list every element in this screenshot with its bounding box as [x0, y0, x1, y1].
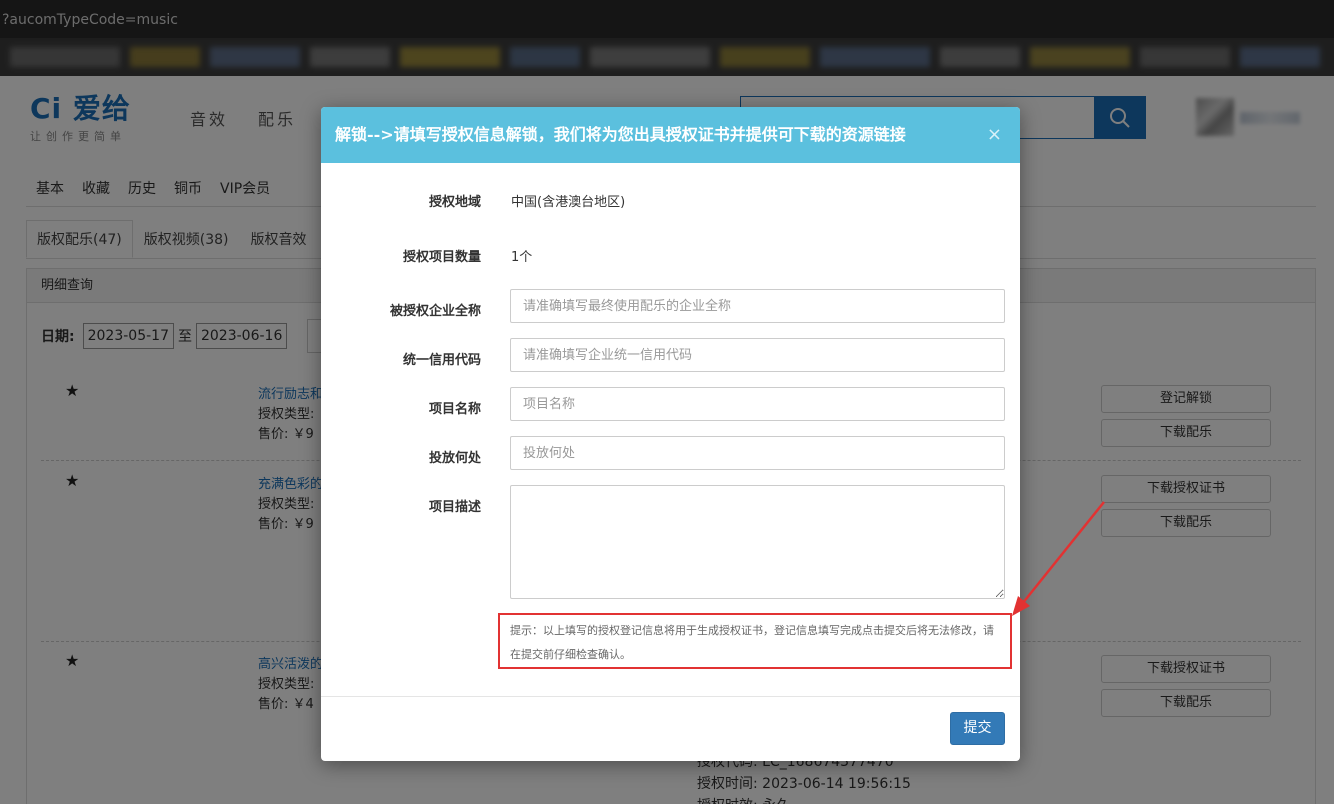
credit-code-input[interactable] — [510, 338, 1005, 372]
project-label: 项目名称 — [428, 402, 481, 417]
count-value: 1个 — [511, 250, 533, 265]
hint-callout: 提示：以上填写的授权登记信息将用于生成授权证书，登记信息填写完成点击提交后将无法… — [498, 613, 1012, 669]
project-name-input[interactable] — [510, 387, 1005, 421]
close-icon[interactable]: × — [987, 107, 1002, 163]
company-label: 被授权企业全称 — [389, 304, 481, 319]
placement-input[interactable] — [510, 436, 1005, 470]
divider — [321, 696, 1020, 697]
placement-label: 投放何处 — [428, 451, 481, 466]
description-label: 项目描述 — [428, 500, 481, 515]
project-description-textarea[interactable] — [510, 485, 1005, 599]
submit-button[interactable]: 提交 — [950, 712, 1005, 745]
region-label: 授权地域 — [428, 195, 481, 210]
modal-header: 解锁-->请填写授权信息解锁，我们将为您出具授权证书并提供可下载的资源链接 × — [321, 107, 1020, 163]
company-name-input[interactable] — [510, 289, 1005, 323]
modal-title: 解锁-->请填写授权信息解锁，我们将为您出具授权证书并提供可下载的资源链接 — [335, 125, 906, 144]
credit-label: 统一信用代码 — [402, 353, 481, 368]
count-label: 授权项目数量 — [402, 250, 481, 265]
unlock-modal: 解锁-->请填写授权信息解锁，我们将为您出具授权证书并提供可下载的资源链接 × … — [321, 107, 1020, 761]
region-value: 中国(含港澳台地区) — [511, 195, 626, 210]
